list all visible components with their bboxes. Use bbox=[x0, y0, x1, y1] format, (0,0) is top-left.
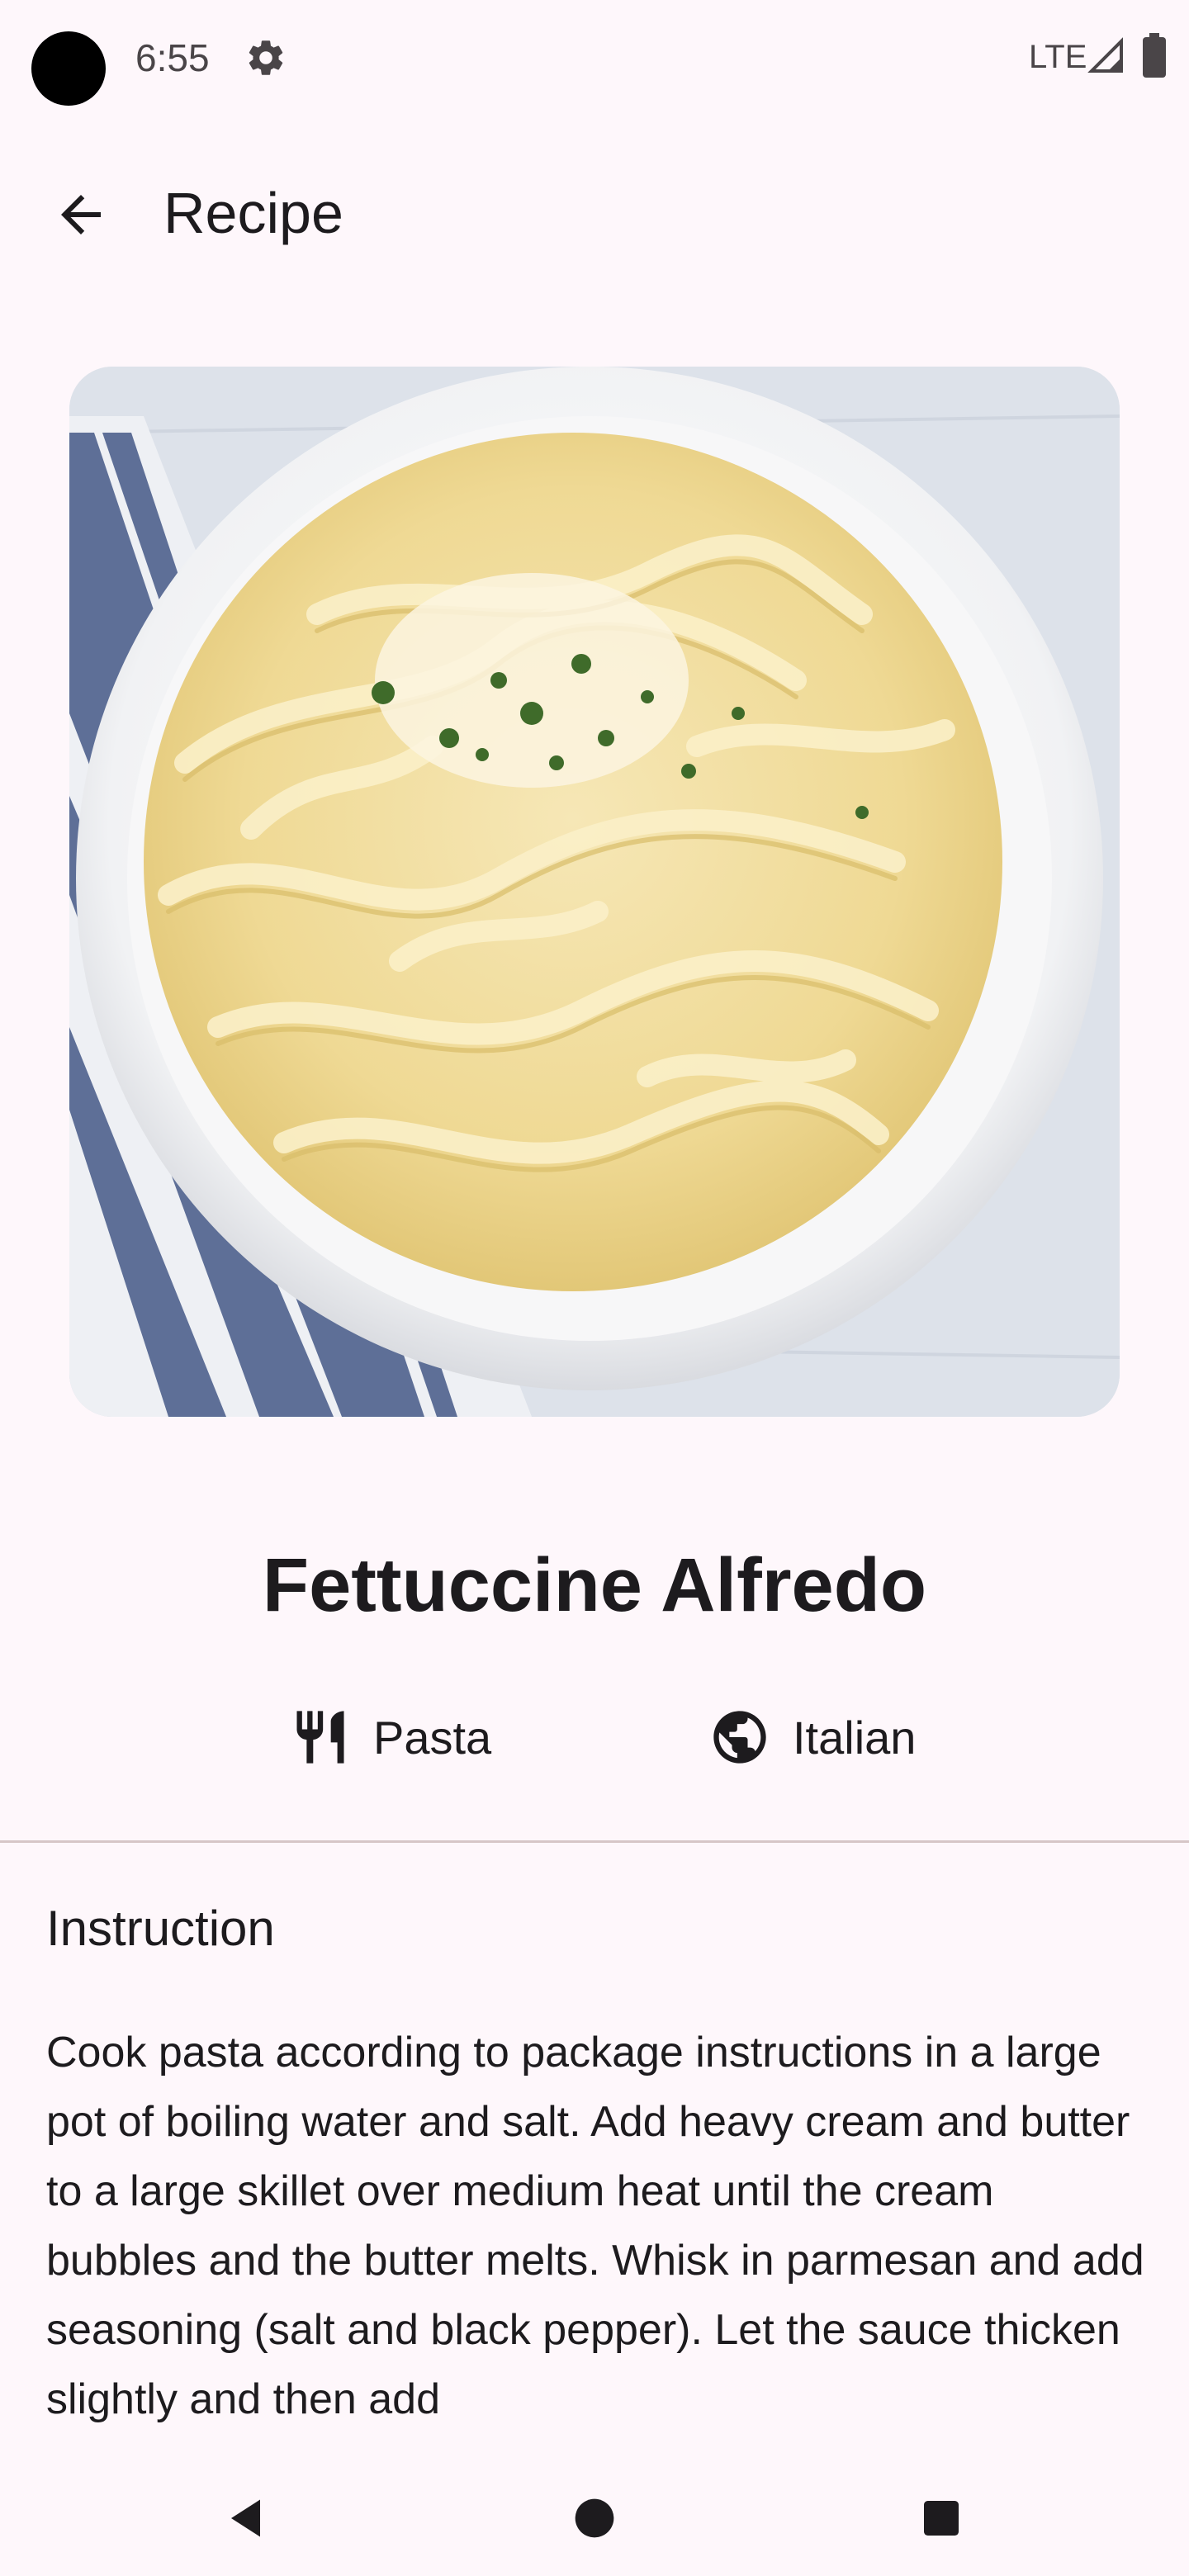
utensils-icon bbox=[296, 1711, 344, 1764]
nav-home-button[interactable] bbox=[560, 2484, 629, 2553]
category-label: Pasta bbox=[373, 1711, 492, 1764]
recents-square-icon bbox=[924, 2501, 959, 2536]
top-app-bar: Recipe bbox=[0, 149, 1189, 264]
system-navigation-bar bbox=[0, 2460, 1189, 2576]
page-title: Recipe bbox=[163, 181, 343, 245]
instructions-heading: Instruction bbox=[46, 1901, 275, 1956]
battery-icon bbox=[1143, 33, 1166, 78]
settings-icon bbox=[244, 36, 287, 79]
recipe-category: Pasta bbox=[289, 1702, 491, 1772]
recipe-title: Fettuccine Alfredo bbox=[262, 1543, 927, 1627]
fettuccine-alfredo-photo bbox=[69, 367, 1120, 1417]
recipe-image bbox=[69, 367, 1120, 1417]
signal-icon bbox=[1087, 36, 1126, 76]
instructions-text: Cook pasta according to package instruct… bbox=[46, 2029, 1144, 2423]
back-button[interactable] bbox=[41, 175, 121, 254]
globe-icon bbox=[713, 1711, 766, 1764]
status-time: 6:55 bbox=[135, 36, 210, 79]
nav-back-button[interactable] bbox=[213, 2484, 282, 2553]
arrow-back-icon bbox=[61, 195, 101, 234]
nav-recents-button[interactable] bbox=[907, 2484, 976, 2553]
divider bbox=[0, 1840, 1189, 1843]
area-label: Italian bbox=[793, 1711, 917, 1764]
network-type: LTE bbox=[1029, 39, 1087, 75]
status-bar: 6:55 LTE bbox=[0, 0, 1189, 116]
recipe-area: Italian bbox=[708, 1702, 916, 1772]
back-triangle-icon bbox=[231, 2499, 260, 2537]
camera-cutout bbox=[31, 31, 106, 106]
home-circle-icon bbox=[575, 2498, 614, 2538]
